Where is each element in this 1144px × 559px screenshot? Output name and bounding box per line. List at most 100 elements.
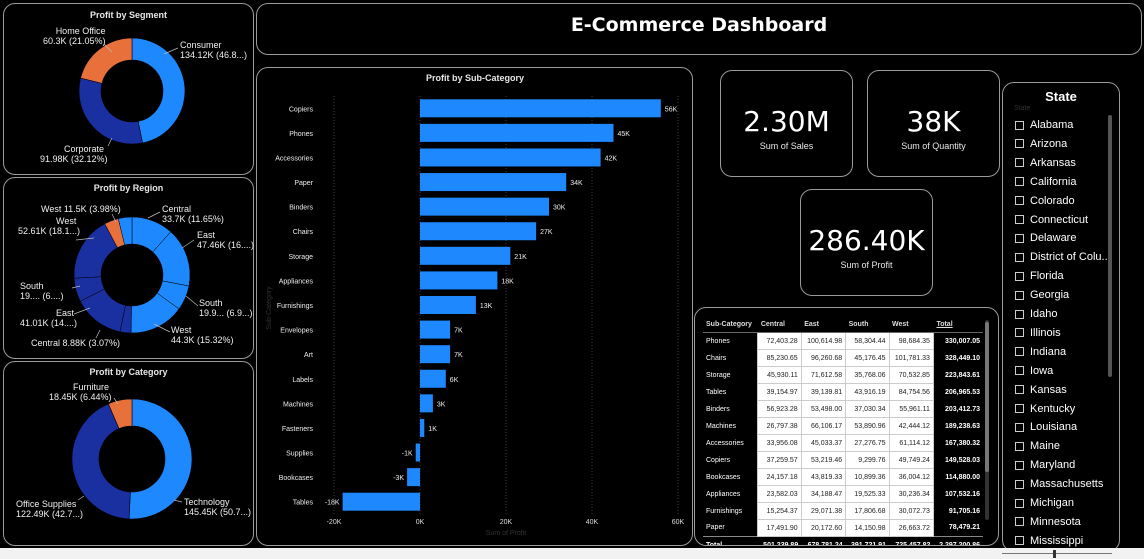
matrix-header-total[interactable]: Total — [933, 316, 983, 333]
checkbox-icon[interactable] — [1015, 120, 1024, 130]
region-card: Profit by Region West 11.5K (3.98%) West… — [3, 177, 254, 359]
checkbox-icon[interactable] — [1015, 215, 1024, 224]
category-donut[interactable] — [4, 362, 255, 547]
checkbox-icon[interactable] — [1015, 347, 1024, 357]
state-scrollbar-thumb[interactable] — [1108, 115, 1112, 377]
matrix-header-sub-category[interactable]: Sub-Category — [703, 316, 758, 333]
matrix-header-west[interactable]: West — [889, 316, 934, 333]
state-option-arkansas[interactable]: Arkansas — [1015, 154, 1076, 172]
checkbox-icon[interactable] — [1015, 536, 1024, 546]
state-option-minnesota[interactable]: Minnesota — [1015, 513, 1081, 531]
bar-appliances[interactable] — [420, 271, 498, 290]
state-option-georgia[interactable]: Georgia — [1015, 286, 1069, 304]
bar-fasteners[interactable] — [420, 418, 425, 437]
region-label-east-left: East 41.01K (14....) — [20, 308, 78, 328]
state-option-alabama[interactable]: Alabama — [1015, 116, 1073, 134]
checkbox-icon[interactable] — [1015, 479, 1024, 489]
checkbox-icon[interactable] — [1015, 498, 1024, 508]
table-cell: 45,176.45 — [845, 349, 890, 367]
table-cell: 23,582.03 — [757, 485, 802, 503]
bar-bookcases[interactable] — [407, 468, 420, 487]
bar-supplies[interactable] — [415, 443, 420, 462]
checkbox-icon[interactable] — [1015, 517, 1024, 527]
state-option-florida[interactable]: Florida — [1015, 267, 1064, 285]
state-option-california[interactable]: California — [1015, 173, 1076, 191]
checkbox-icon[interactable] — [1015, 366, 1024, 376]
state-option-maine[interactable]: Maine — [1015, 437, 1060, 455]
checkbox-icon[interactable] — [1015, 404, 1024, 413]
checkbox-icon[interactable] — [1015, 271, 1024, 281]
state-option-idaho[interactable]: Idaho — [1015, 305, 1058, 323]
table-cell: 70,532.85 — [888, 366, 934, 384]
checkbox-icon[interactable] — [1015, 252, 1024, 262]
checkbox-icon[interactable] — [1015, 177, 1024, 187]
state-option-connecticut[interactable]: Connecticut — [1015, 211, 1088, 229]
bar-tables[interactable] — [342, 492, 420, 511]
table-cell: 35,768.06 — [845, 366, 890, 384]
row-label: Tables — [703, 383, 758, 401]
kpi-profit-card: 286.40K Sum of Profit — [800, 189, 933, 296]
state-option-michigan[interactable]: Michigan — [1015, 494, 1074, 512]
bar-storage[interactable] — [420, 246, 511, 265]
bar-chairs[interactable] — [420, 222, 537, 241]
state-option-illinois[interactable]: Illinois — [1015, 324, 1061, 342]
checkbox-icon[interactable] — [1015, 422, 1024, 432]
leader-east — [181, 239, 195, 249]
checkbox-icon[interactable] — [1015, 328, 1024, 338]
data-label: 30K — [553, 205, 566, 212]
checkbox-icon[interactable] — [1015, 290, 1024, 300]
state-option-label: California — [1030, 175, 1077, 188]
data-label: 7K — [454, 328, 463, 335]
category-label: Appliances — [279, 278, 314, 285]
state-option-label: District of Colu... — [1030, 251, 1111, 264]
bar-binders[interactable] — [420, 197, 549, 216]
state-option-iowa[interactable]: Iowa — [1015, 362, 1053, 380]
table-cell: 14,150.98 — [845, 519, 890, 537]
bar-accessories[interactable] — [420, 148, 601, 167]
bar-paper[interactable] — [420, 173, 567, 192]
checkbox-icon[interactable] — [1015, 158, 1024, 168]
table-cell: 114,880.00 — [933, 468, 983, 486]
state-option-kansas[interactable]: Kansas — [1015, 381, 1067, 399]
state-option-maryland[interactable]: Maryland — [1015, 456, 1075, 474]
table-cell: 9,299.76 — [845, 451, 890, 469]
data-label: 42K — [605, 155, 618, 162]
matrix-scrollbar-thumb[interactable] — [985, 322, 989, 472]
bar-art[interactable] — [420, 345, 451, 364]
slice-corporate[interactable] — [78, 77, 143, 145]
checkbox-icon[interactable] — [1015, 196, 1024, 206]
matrix-header-central[interactable]: Central — [757, 316, 802, 333]
bar-phones[interactable] — [420, 123, 614, 142]
state-option-massachusetts[interactable]: Massachusetts — [1015, 475, 1103, 493]
checkbox-icon[interactable] — [1015, 139, 1024, 149]
state-option-delaware[interactable]: Delaware — [1015, 229, 1076, 247]
bar-furnishings[interactable] — [420, 296, 476, 314]
bar-envelopes[interactable] — [420, 320, 451, 339]
matrix-header-east[interactable]: East — [801, 316, 846, 333]
state-option-indiana[interactable]: Indiana — [1015, 343, 1066, 361]
state-option-kentucky[interactable]: Kentucky — [1015, 400, 1075, 418]
zoom-slider-thumb[interactable] — [1053, 550, 1056, 558]
checkbox-icon[interactable] — [1015, 460, 1024, 470]
slice-consumer[interactable] — [131, 37, 186, 144]
zoom-slider[interactable] — [1002, 553, 1112, 554]
state-option-colorado[interactable]: Colorado — [1015, 192, 1075, 210]
checkbox-icon[interactable] — [1015, 309, 1024, 319]
category-label: Copiers — [289, 106, 314, 113]
checkbox-icon[interactable] — [1015, 233, 1024, 243]
state-option-arizona[interactable]: Arizona — [1015, 135, 1067, 153]
bar-copiers[interactable] — [420, 99, 661, 118]
state-option-louisiana[interactable]: Louisiana — [1015, 418, 1077, 436]
slice-technology[interactable] — [128, 398, 193, 520]
matrix-header-south[interactable]: South — [845, 316, 890, 333]
data-label: 34K — [570, 180, 583, 187]
checkbox-icon[interactable] — [1015, 441, 1024, 451]
subcategory-bar-chart[interactable]: Profit by Sub-Category -20K 0K 20K 40K 60K Sum… — [257, 68, 694, 547]
table-cell: 56,923.28 — [757, 400, 802, 418]
bar-labels[interactable] — [420, 369, 446, 388]
state-option-district-of-colu-[interactable]: District of Colu... — [1015, 248, 1111, 266]
bar-machines[interactable] — [420, 394, 433, 413]
checkbox-icon[interactable] — [1015, 385, 1024, 395]
leader-central — [147, 211, 161, 219]
matrix-table[interactable]: Sub-Category Central East South West Total Ph… — [703, 316, 983, 545]
